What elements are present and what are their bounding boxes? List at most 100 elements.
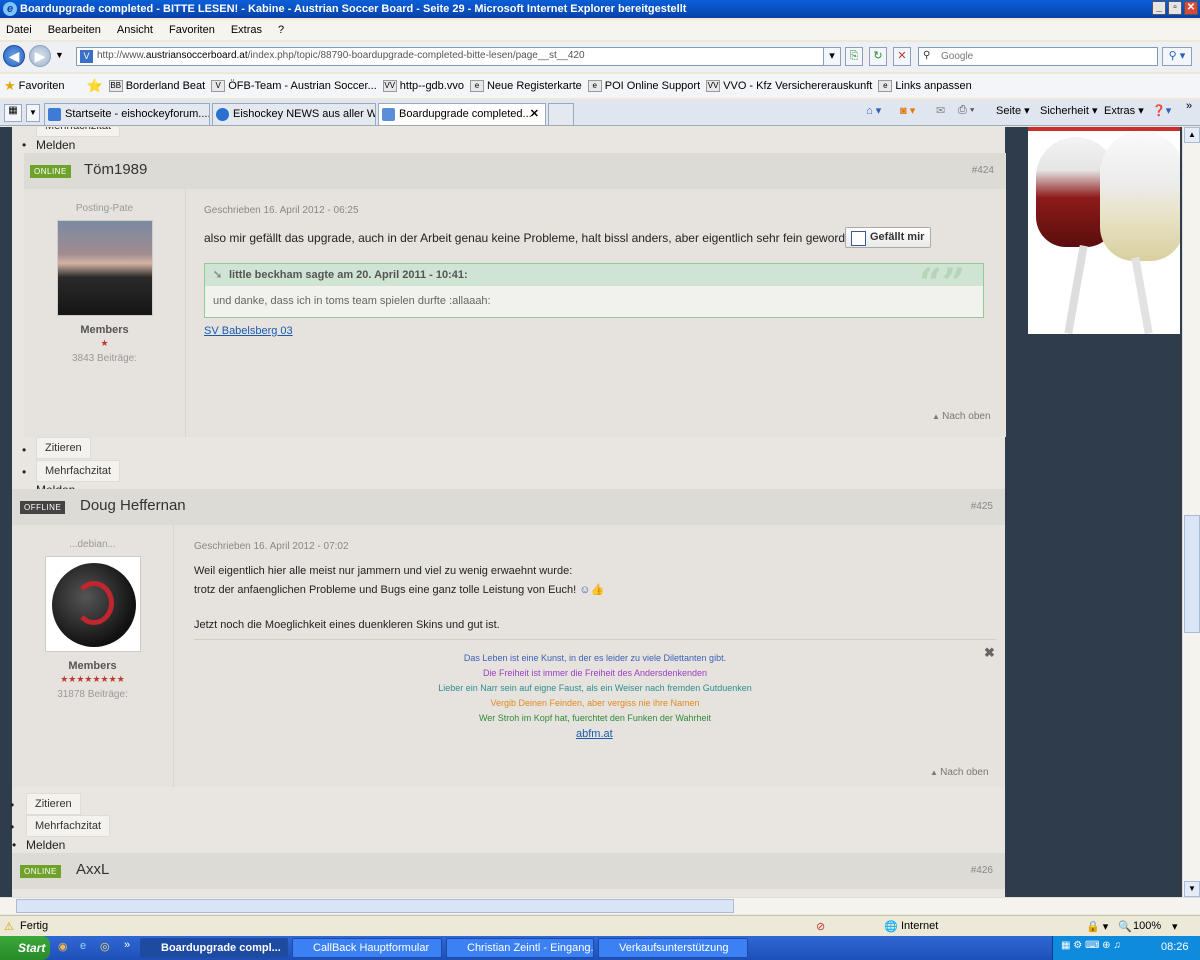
popup-blocked-icon[interactable]: ⊘ bbox=[816, 920, 825, 933]
signature-divider bbox=[194, 639, 996, 640]
protected-mode-icon[interactable]: 🔒 ▾ bbox=[1086, 920, 1108, 933]
tray-icons[interactable]: ▦ ⚙ ⌨ ⊕ ♫ bbox=[1061, 940, 1121, 951]
print-icon[interactable]: ⎙ ▾ bbox=[958, 104, 974, 117]
forward-button[interactable]: ▶ bbox=[29, 45, 51, 67]
thumbs-up-smiley-icon: ☺👍 bbox=[579, 584, 605, 596]
quote-button[interactable]: Zitieren bbox=[26, 793, 81, 815]
maximize-button[interactable]: ▫ bbox=[1168, 1, 1182, 15]
signature-link[interactable]: abfm.at bbox=[576, 728, 613, 740]
avatar[interactable] bbox=[56, 220, 153, 316]
task-boardupgrade[interactable]: Boardupgrade compl... bbox=[140, 938, 288, 958]
author-name[interactable]: Doug Heffernan bbox=[80, 497, 186, 514]
security-menu[interactable]: Sicherheit ▾ bbox=[1040, 104, 1098, 117]
refresh-icon[interactable]: ↻ bbox=[869, 47, 887, 66]
favorites-button[interactable]: ★ Favoriten bbox=[4, 78, 65, 94]
scroll-up-icon[interactable]: ▲ bbox=[1184, 127, 1200, 143]
menu-favoriten[interactable]: Favoriten bbox=[169, 24, 215, 36]
signature-link[interactable]: SV Babelsberg 03 bbox=[204, 325, 293, 337]
task-callback[interactable]: CallBack Hauptformular bbox=[292, 938, 442, 958]
quote-button[interactable]: Zitieren bbox=[36, 437, 91, 459]
rss-icon[interactable]: ◙ ▾ bbox=[900, 104, 915, 117]
globe-icon: 🌐 bbox=[884, 921, 898, 933]
fav-item-new-tab[interactable]: e Neue Registerkarte bbox=[469, 80, 582, 92]
tab-list-icon[interactable]: ▼ bbox=[26, 104, 40, 122]
search-icon[interactable]: ⚲ ▾ bbox=[1162, 47, 1192, 66]
minimize-button[interactable]: _ bbox=[1152, 1, 1166, 15]
task-verkaufsunterstuetzung[interactable]: Verkaufsunterstützung bbox=[598, 938, 748, 958]
close-button[interactable]: ✕ bbox=[1184, 1, 1198, 15]
zoom-icon[interactable]: 🔍 bbox=[1118, 920, 1132, 933]
quicklaunch-more-icon[interactable]: » bbox=[124, 939, 130, 951]
back-to-top-link[interactable]: Nach oben bbox=[930, 767, 988, 778]
chevron-more-icon[interactable]: » bbox=[1186, 100, 1192, 112]
quicklaunch-thunderbird-icon[interactable]: ◉ bbox=[58, 940, 68, 953]
home-icon[interactable]: ⌂ ▾ bbox=[866, 104, 881, 117]
back-to-top-link[interactable]: Nach oben bbox=[932, 411, 990, 422]
hscroll-thumb[interactable] bbox=[16, 899, 734, 913]
extras-menu[interactable]: Extras ▾ bbox=[1104, 104, 1144, 117]
menu-help[interactable]: ? bbox=[278, 24, 284, 36]
scroll-down-icon[interactable]: ▼ bbox=[1184, 881, 1200, 897]
tab-boardupgrade[interactable]: Boardupgrade completed... ✕ bbox=[378, 103, 546, 125]
zoom-dropdown-icon[interactable]: ▾ bbox=[1172, 920, 1178, 933]
vertical-scrollbar[interactable]: ▲ ▼ bbox=[1182, 127, 1200, 897]
fav-item-gdb[interactable]: VV http--gdb.vvo bbox=[382, 80, 464, 92]
back-button[interactable]: ◀ bbox=[3, 45, 25, 67]
multiquote-button-top[interactable]: Mehrfachzitat bbox=[36, 127, 121, 137]
menu-datei[interactable]: Datei bbox=[6, 24, 32, 36]
post-number[interactable]: #426 bbox=[971, 865, 993, 876]
post-line-2: trotz der anfaenglichen Probleme und Bug… bbox=[194, 583, 604, 596]
fav-item-oefb[interactable]: V ÖFB-Team - Austrian Soccer... bbox=[211, 80, 377, 92]
fav-item-links[interactable]: e Links anpassen bbox=[878, 80, 972, 92]
scroll-thumb[interactable] bbox=[1184, 515, 1200, 633]
fav-item-poi[interactable]: e POI Online Support bbox=[587, 80, 700, 92]
url-input[interactable]: V http://www.austriansoccerboard.at/inde… bbox=[76, 47, 836, 66]
search-input[interactable]: ⚲ Google bbox=[918, 47, 1158, 66]
author-name[interactable]: Töm1989 bbox=[84, 161, 147, 178]
post-header-425: OFFLINE Doug Heffernan #425 bbox=[12, 489, 1005, 525]
window-titlebar: e Boardupgrade completed - BITTE LESEN! … bbox=[0, 0, 1200, 18]
multiquote-button[interactable]: Mehrfachzitat bbox=[36, 460, 121, 482]
menu-bearbeiten[interactable]: Bearbeiten bbox=[48, 24, 101, 36]
favorites-bar: ★ Favoriten ⭐ BB Borderland Beat V ÖFB-Team… bbox=[0, 74, 1200, 98]
report-link[interactable]: Melden bbox=[12, 838, 65, 852]
ie-page-icon: e bbox=[878, 80, 893, 92]
help-icon[interactable]: ❓▾ bbox=[1152, 104, 1171, 117]
post-date: Geschrieben 16. April 2012 - 07:02 bbox=[194, 541, 349, 552]
post-number[interactable]: #424 bbox=[972, 165, 994, 176]
quicklaunch-chrome-icon[interactable]: ◎ bbox=[100, 940, 110, 953]
task-christian-zeintl[interactable]: Christian Zeintl - Eingang... bbox=[446, 938, 594, 958]
quick-tabs-icon[interactable]: ▦ bbox=[4, 104, 22, 122]
menu-ansicht[interactable]: Ansicht bbox=[117, 24, 153, 36]
like-button[interactable]: Gefällt mir bbox=[845, 227, 932, 248]
ad-top-border bbox=[1028, 127, 1180, 131]
ie-page-icon bbox=[216, 108, 229, 121]
horizontal-scrollbar[interactable] bbox=[0, 897, 1200, 914]
url-path: /index.php/topic/88790-boardupgrade-comp… bbox=[247, 50, 585, 61]
new-tab-button[interactable] bbox=[548, 103, 574, 125]
add-favorite-icon[interactable]: ⭐ bbox=[87, 78, 103, 94]
zoom-level[interactable]: 100% bbox=[1133, 920, 1161, 932]
multiquote-button[interactable]: Mehrfachzitat bbox=[26, 815, 111, 837]
mail-icon[interactable]: ✉ bbox=[936, 104, 945, 117]
start-button[interactable]: Start bbox=[0, 936, 50, 960]
author-name[interactable]: AxxL bbox=[76, 861, 109, 878]
close-tab-icon[interactable]: ✕ bbox=[530, 107, 539, 120]
menu-extras[interactable]: Extras bbox=[231, 24, 262, 36]
tab-eishockeyforum[interactable]: Startseite - eishockeyforum.... bbox=[44, 103, 210, 125]
compat-view-icon[interactable]: ⎘ bbox=[845, 47, 863, 66]
fav-item-vvo[interactable]: VV VVO - Kfz Versichererauskunft bbox=[706, 80, 872, 92]
post-number[interactable]: #425 bbox=[971, 501, 993, 512]
page-menu[interactable]: Seite ▾ bbox=[996, 104, 1030, 117]
wine-glasses-ad-image[interactable] bbox=[1028, 127, 1180, 334]
member-group: Members bbox=[80, 324, 129, 336]
url-dropdown-icon[interactable]: ▾ bbox=[823, 47, 841, 66]
stop-icon[interactable]: ✕ bbox=[893, 47, 911, 66]
history-dropdown-icon[interactable]: ▼ bbox=[55, 50, 64, 60]
avatar[interactable] bbox=[44, 556, 141, 652]
quicklaunch-ie-icon[interactable]: e bbox=[80, 940, 86, 952]
report-link-top[interactable]: Melden bbox=[22, 138, 75, 152]
fav-item-borderland[interactable]: BB Borderland Beat bbox=[108, 80, 205, 92]
tab-eishockey-news[interactable]: Eishockey NEWS aus aller W... bbox=[212, 103, 376, 125]
clock[interactable]: 08:26 bbox=[1161, 941, 1189, 953]
